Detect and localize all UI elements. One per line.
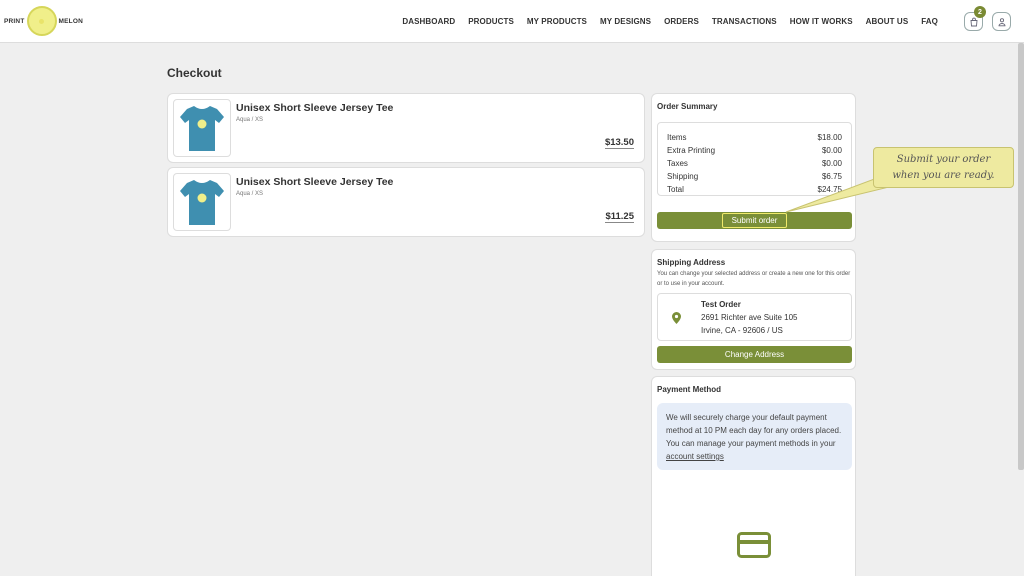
summary-row-extra-printing: Extra Printing $0.00 [667, 146, 842, 155]
payment-method-panel: Payment Method We will securely charge y… [651, 376, 856, 576]
nav-orders[interactable]: ORDERS [664, 17, 699, 26]
nav-about-us[interactable]: ABOUT US [866, 17, 909, 26]
nav-how-it-works[interactable]: HOW IT WORKS [790, 17, 853, 26]
callout-line-1: Submit your order [896, 154, 991, 165]
page-scrollbar[interactable] [1018, 43, 1024, 470]
logo-text-print: PRINT [4, 17, 25, 25]
address-name: Test Order [701, 300, 741, 309]
product-name: Unisex Short Sleeve Jersey Tee [236, 102, 394, 114]
nav-transactions[interactable]: TRANSACTIONS [712, 17, 777, 26]
user-icon [998, 17, 1005, 26]
cart-count-badge: 2 [974, 6, 986, 18]
payment-method-title: Payment Method [657, 385, 722, 394]
payment-info-text: We will securely charge your default pay… [666, 413, 842, 448]
main-nav: DASHBOARD PRODUCTS MY PRODUCTS MY DESIGN… [402, 0, 938, 43]
tshirt-icon [180, 180, 224, 225]
product-price: $11.25 [605, 211, 634, 223]
shipping-address-panel: Shipping Address You can change your sel… [651, 249, 856, 370]
address-line-2: Irvine, CA - 92606 / US [701, 326, 783, 335]
payment-info-box: We will securely charge your default pay… [657, 403, 852, 470]
account-settings-link[interactable]: account settings [666, 452, 724, 461]
product-price: $13.50 [604, 137, 634, 149]
nav-products[interactable]: PRODUCTS [468, 17, 514, 26]
shipping-address-subtitle: You can change your selected address or … [657, 271, 851, 287]
callout-line-2: when you are ready. [892, 170, 995, 181]
change-address-button[interactable]: Change Address [657, 346, 852, 363]
address-line-1: 2691 Richter ave Suite 105 [701, 313, 798, 322]
page-title: Checkout [167, 66, 222, 80]
summary-row-shipping: Shipping $6.75 [667, 172, 842, 181]
top-header: PRINT MELON DASHBOARD PRODUCTS MY PRODUC… [0, 0, 1024, 43]
summary-row-total: Total $24.75 [667, 185, 842, 194]
melon-logo-icon [26, 6, 57, 36]
tooltip-callout: Submit your order when you are ready. [873, 147, 1014, 188]
shipping-address-title: Shipping Address [657, 258, 726, 267]
logo-text-melon: MELON [58, 17, 83, 25]
print-melon-logo[interactable]: PRINT MELON [4, 6, 83, 36]
product-thumbnail[interactable] [173, 173, 231, 231]
order-summary-panel: Order Summary Items $18.00 Extra Printing… [651, 93, 856, 242]
summary-row-items: Items $18.00 [667, 133, 842, 142]
cart-item: Unisex Short Sleeve Jersey Tee Aqua / XS… [167, 167, 645, 237]
product-variant: Aqua / XS [236, 117, 264, 123]
shopping-bag-icon [970, 17, 977, 26]
product-thumbnail[interactable] [173, 99, 231, 157]
product-variant: Aqua / XS [236, 191, 264, 197]
callout-pointer [785, 177, 895, 213]
nav-faq[interactable]: FAQ [921, 17, 938, 26]
account-button[interactable] [992, 12, 1011, 31]
summary-row-taxes: Taxes $0.00 [667, 159, 842, 168]
order-summary-box: Items $18.00 Extra Printing $0.00 Taxes $0.… [657, 122, 852, 196]
product-name: Unisex Short Sleeve Jersey Tee [236, 176, 394, 188]
order-summary-title: Order Summary [657, 102, 718, 111]
credit-card-icon [737, 532, 771, 558]
nav-dashboard[interactable]: DASHBOARD [402, 17, 455, 26]
map-pin-icon [672, 312, 681, 324]
submit-order-label: Submit order [721, 213, 788, 228]
nav-my-designs[interactable]: MY DESIGNS [600, 17, 651, 26]
selected-address-card[interactable]: Test Order 2691 Richter ave Suite 105 Ir… [657, 293, 852, 341]
nav-my-products[interactable]: MY PRODUCTS [527, 17, 587, 26]
cart-item: Unisex Short Sleeve Jersey Tee Aqua / XS… [167, 93, 645, 163]
tshirt-icon [180, 106, 224, 151]
submit-order-button[interactable]: Submit order [657, 212, 852, 229]
